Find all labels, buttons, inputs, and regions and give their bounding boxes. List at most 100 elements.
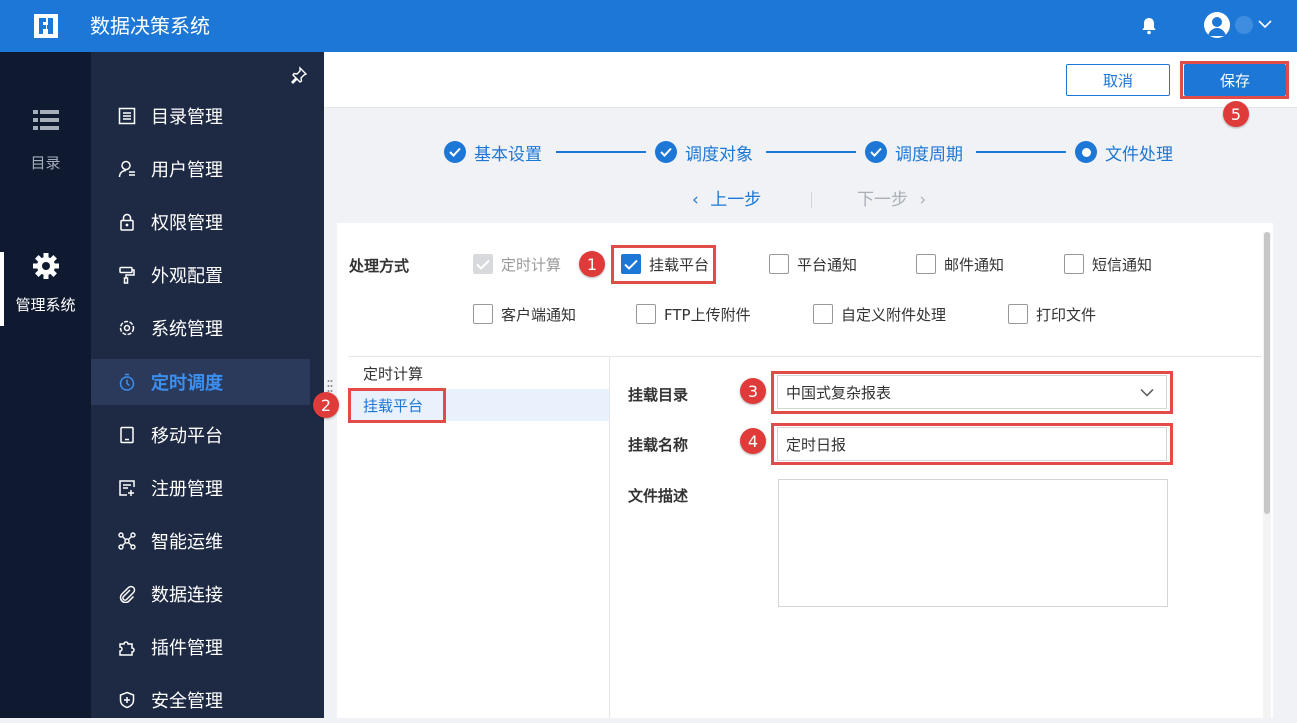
rail-item-label: 管理系统 <box>15 296 76 314</box>
list-item-scheduled-calc[interactable]: 定时计算 <box>348 357 609 389</box>
check-icon <box>444 141 466 163</box>
shield-icon <box>117 690 137 710</box>
chevron-down-icon[interactable] <box>1257 18 1273 30</box>
file-desc-label: 文件描述 <box>628 487 689 505</box>
username-placeholder[interactable] <box>1235 16 1253 34</box>
checkbox-label: 自定义附件处理 <box>841 305 947 324</box>
sidebar-item-label: 数据连接 <box>151 585 223 606</box>
bell-icon[interactable] <box>1140 16 1158 36</box>
step-cycle[interactable]: 调度周期 <box>865 140 963 165</box>
step-connector <box>766 151 856 153</box>
sidebar-item-mobile[interactable]: 移动平台 <box>91 412 310 458</box>
checkbox-ftp-upload[interactable]: FTP上传附件 <box>636 303 751 325</box>
checkbox-box[interactable] <box>621 254 641 274</box>
sidebar-item-data-connection[interactable]: 数据连接 <box>91 571 310 617</box>
sidebar-item-label: 目录管理 <box>151 107 223 128</box>
rail-item-catalog[interactable]: 目录 <box>0 108 91 173</box>
mount-name-input[interactable]: 定时日报 <box>777 427 1167 461</box>
step-badge-5: 5 <box>1223 101 1249 127</box>
save-button[interactable]: 保存 <box>1184 64 1286 96</box>
checkbox-sms-notify[interactable]: 短信通知 <box>1064 253 1152 275</box>
drag-handle-icon[interactable] <box>327 379 333 393</box>
user-avatar-icon[interactable] <box>1204 12 1230 38</box>
step-file-processing[interactable]: 文件处理 <box>1075 140 1173 165</box>
paperclip-icon <box>117 584 137 604</box>
sidebar-item-system[interactable]: 系统管理 <box>91 305 310 351</box>
checkbox-box[interactable] <box>473 304 493 324</box>
list-item-mount-platform[interactable]: 挂载平台 <box>348 389 609 421</box>
sidebar-item-label: 系统管理 <box>151 319 223 340</box>
sidebar-item-label: 用户管理 <box>151 160 223 181</box>
checkbox-email-notify[interactable]: 邮件通知 <box>916 253 1004 275</box>
checkbox-scheduled-calc: 定时计算 <box>473 253 561 275</box>
pin-icon[interactable] <box>290 66 308 84</box>
lock-icon <box>117 212 137 232</box>
mount-dir-select[interactable]: 中国式复杂报表 <box>777 375 1167 409</box>
rail-item-management[interactable]: 管理系统 <box>0 252 91 315</box>
sidebar-item-label: 注册管理 <box>151 479 223 500</box>
sidebar-item-label: 插件管理 <box>151 638 223 659</box>
processing-method-label: 处理方式 <box>349 257 410 275</box>
checkbox-box[interactable] <box>916 254 936 274</box>
checkbox-platform-notify[interactable]: 平台通知 <box>769 253 857 275</box>
mount-name-value: 定时日报 <box>786 435 847 454</box>
tablet-icon <box>117 425 137 445</box>
step-label: 调度周期 <box>895 144 963 165</box>
step-label: 文件处理 <box>1105 144 1173 165</box>
checkbox-box[interactable] <box>769 254 789 274</box>
checkbox-label: 定时计算 <box>501 255 562 274</box>
sidebar-item-security[interactable]: 安全管理 <box>91 677 310 723</box>
sidebar-item-label: 移动平台 <box>151 426 223 447</box>
sidebar-item-appearance[interactable]: 外观配置 <box>91 252 310 298</box>
checkbox-mount-platform[interactable]: 挂载平台 <box>621 253 709 275</box>
prev-step-button[interactable]: ‹ 上一步 <box>692 188 761 212</box>
sidebar-item-scheduling[interactable]: 定时调度 <box>91 359 310 405</box>
step-target[interactable]: 调度对象 <box>655 140 753 165</box>
cancel-button[interactable]: 取消 <box>1066 64 1170 96</box>
step-badge-1: 1 <box>579 251 605 277</box>
sidebar-item-label: 外观配置 <box>151 266 223 287</box>
sidebar-item-permissions[interactable]: 权限管理 <box>91 199 310 245</box>
user-icon <box>117 159 137 179</box>
checkbox-label: 客户端通知 <box>501 305 577 324</box>
checkbox-box[interactable] <box>1064 254 1084 274</box>
checkbox-label: 平台通知 <box>797 255 858 274</box>
sidebar-item-users[interactable]: 用户管理 <box>91 146 310 192</box>
sidebar-item-label: 智能运维 <box>151 532 223 553</box>
file-processing-panel <box>337 223 1273 718</box>
next-step-button[interactable]: 下一步 › <box>857 188 926 212</box>
step-basic-settings[interactable]: 基本设置 <box>444 140 542 165</box>
chevron-down-icon <box>1140 388 1154 397</box>
step-connector <box>976 151 1066 153</box>
checkbox-box[interactable] <box>1008 304 1028 324</box>
check-icon <box>865 141 887 163</box>
logo-icon <box>34 14 58 38</box>
sidebar-item-plugins[interactable]: 插件管理 <box>91 624 310 670</box>
sidebar-item-registration[interactable]: 注册管理 <box>91 465 310 511</box>
checkbox-custom-attachment[interactable]: 自定义附件处理 <box>813 303 946 325</box>
mount-dir-value: 中国式复杂报表 <box>786 383 892 402</box>
checkbox-label: 邮件通知 <box>944 255 1005 274</box>
paint-roller-icon <box>117 265 137 285</box>
file-desc-textarea[interactable] <box>778 479 1168 607</box>
timer-icon <box>117 372 137 392</box>
scrollbar-thumb[interactable] <box>1264 232 1270 514</box>
step-badge-3: 3 <box>740 378 766 404</box>
step-label: 调度对象 <box>685 144 753 165</box>
checkbox-client-notify[interactable]: 客户端通知 <box>473 303 576 325</box>
checkbox-label: 短信通知 <box>1092 255 1153 274</box>
sidebar-item-label: 安全管理 <box>151 691 223 712</box>
checkbox-box[interactable] <box>636 304 656 324</box>
step-badge-4: 4 <box>740 428 766 454</box>
chevron-left-icon: ‹ <box>692 190 699 210</box>
sidebar-item-catalog[interactable]: 目录管理 <box>91 93 310 139</box>
checkbox-box[interactable] <box>813 304 833 324</box>
sidebar-item-ops[interactable]: 智能运维 <box>91 518 310 564</box>
current-step-icon <box>1075 141 1097 163</box>
checkbox-label: 打印文件 <box>1036 305 1097 324</box>
app-title: 数据决策系统 <box>90 14 210 38</box>
mount-dir-label: 挂载目录 <box>628 386 689 404</box>
column-divider <box>609 357 610 718</box>
checkbox-print-file[interactable]: 打印文件 <box>1008 303 1096 325</box>
mount-name-label: 挂载名称 <box>628 436 689 454</box>
